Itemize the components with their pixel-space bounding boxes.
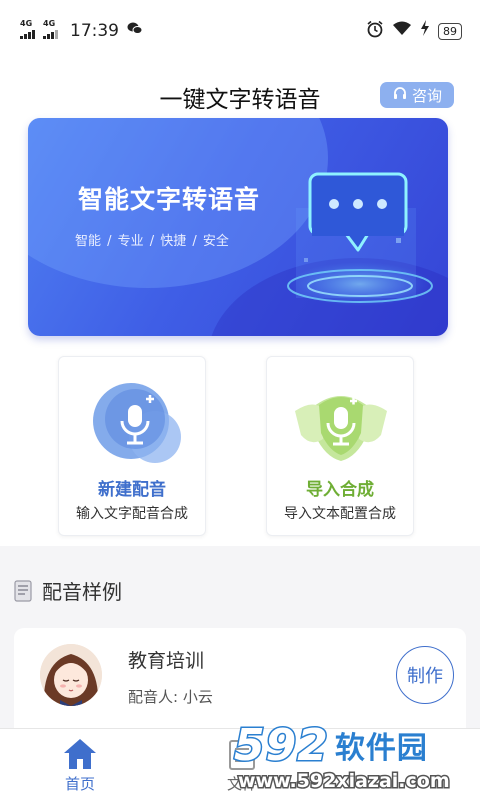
- home-icon: [64, 739, 96, 769]
- sample-item[interactable]: 教育培训 配音人: 小云 制作: [14, 628, 466, 728]
- import-synthesis-title: 导入合成: [306, 480, 374, 500]
- nav-label-home: 首页: [64, 775, 95, 793]
- document-icon: [14, 579, 32, 602]
- watermark-brand: 软件园: [334, 731, 428, 766]
- signal-icon: 4G: [20, 20, 35, 39]
- wechat-icon: [127, 20, 143, 43]
- import-synthesis-subtitle: 导入文本配置合成: [284, 506, 396, 522]
- new-dubbing-subtitle: 输入文字配音合成: [76, 506, 188, 522]
- network-type-2: 4G: [43, 19, 56, 28]
- charging-icon: [420, 20, 430, 43]
- app-header: 一键文字转语音 咨询: [0, 72, 480, 116]
- signal-icon-2: 4G: [43, 20, 58, 39]
- sample-voice: 配音人: 小云: [128, 688, 213, 706]
- battery-level: 89: [438, 23, 462, 40]
- avatar: [40, 644, 102, 706]
- banner-tags: 智能 / 专业 / 快捷 / 安全: [75, 234, 229, 249]
- make-button[interactable]: 制作: [396, 646, 454, 704]
- watermark-url: www.592xiazai.com: [237, 769, 452, 794]
- watermark-number: 592: [233, 718, 330, 772]
- nav-item-home[interactable]: 首页: [40, 729, 120, 800]
- watermark: 592 软件园 www.592xiazai.com: [232, 718, 480, 800]
- chat-bubble-hologram-icon: [287, 172, 433, 306]
- microphone-shield-icon: [295, 396, 387, 461]
- new-dubbing-title: 新建配音: [98, 480, 166, 500]
- watermark-logo: 592 软件园: [233, 718, 428, 772]
- status-left: 4G 4G 17:39: [20, 20, 143, 62]
- consult-label: 咨询: [411, 86, 442, 105]
- new-dubbing-card[interactable]: 新建配音 输入文字配音合成: [58, 356, 206, 536]
- microphone-plus-icon: [93, 383, 181, 463]
- hero-banner[interactable]: 智能文字转语音 智能 / 专业 / 快捷 / 安全: [28, 118, 448, 336]
- alarm-icon: [366, 20, 384, 45]
- network-type: 4G: [20, 19, 33, 28]
- samples-header: 配音样例: [14, 576, 122, 605]
- status-bar: 4G 4G 17:39 89: [0, 0, 480, 62]
- samples-section: 配音样例 教育培训 配音人: 小云 制作: [0, 546, 480, 728]
- wifi-icon: [392, 20, 412, 43]
- headset-icon: [392, 85, 408, 105]
- sample-name: 教育培训: [128, 650, 205, 672]
- samples-title: 配音样例: [42, 580, 122, 604]
- import-synthesis-card[interactable]: 导入合成 导入文本配置合成: [266, 356, 414, 536]
- banner-title: 智能文字转语音: [78, 185, 261, 214]
- consult-button[interactable]: 咨询: [380, 82, 454, 108]
- status-right: 89: [366, 20, 462, 62]
- status-time: 17:39: [70, 21, 119, 41]
